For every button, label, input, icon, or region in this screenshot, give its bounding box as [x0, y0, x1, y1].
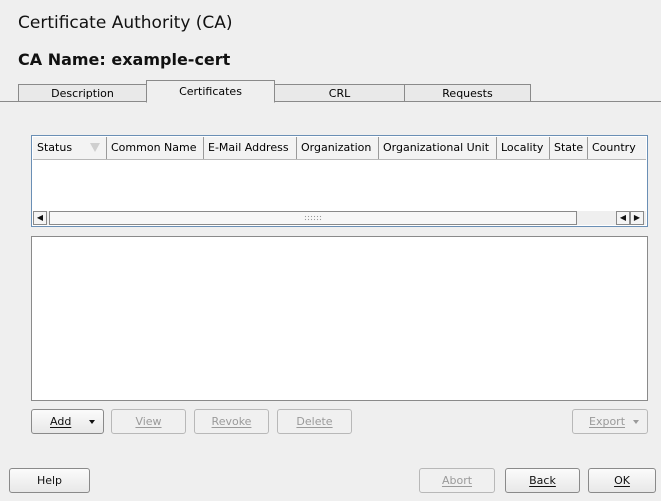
tab-description[interactable]: Description: [18, 84, 147, 101]
column-header-email[interactable]: E-Mail Address: [204, 137, 297, 159]
ok-label: OK: [614, 474, 630, 487]
help-button[interactable]: Help: [9, 468, 90, 493]
abort-label: Abort: [441, 474, 473, 487]
horizontal-scrollbar[interactable]: ◀ ◀ ▶: [33, 211, 646, 225]
export-label: Export: [589, 415, 626, 428]
column-header-organization[interactable]: Organization: [297, 137, 379, 159]
revoke-label: Revoke: [211, 415, 252, 428]
back-button[interactable]: Back: [505, 468, 580, 493]
column-header-label: Status: [37, 141, 73, 154]
sort-triangle-icon: [90, 143, 100, 152]
arrow-left-icon[interactable]: ◀: [616, 211, 630, 225]
revoke-button[interactable]: Revoke: [194, 409, 269, 434]
ok-button[interactable]: OK: [588, 468, 656, 493]
table-header: Status Common Name E-Mail Address Organi…: [33, 137, 646, 160]
delete-label: Delete: [296, 415, 333, 428]
column-header-status[interactable]: Status: [33, 137, 107, 159]
certificate-details-pane: [31, 236, 648, 401]
view-label: View: [135, 415, 162, 428]
tab-requests[interactable]: Requests: [404, 84, 531, 101]
arrow-right-icon[interactable]: ▶: [630, 211, 644, 225]
export-button[interactable]: Export: [572, 409, 648, 434]
column-header-org-unit[interactable]: Organizational Unit: [379, 137, 497, 159]
view-button[interactable]: View: [111, 409, 186, 434]
chevron-down-icon: [89, 420, 95, 424]
column-header-common-name[interactable]: Common Name: [107, 137, 204, 159]
grip-icon: [304, 215, 322, 221]
certificates-table[interactable]: Status Common Name E-Mail Address Organi…: [31, 135, 648, 227]
scrollbar-thumb[interactable]: [49, 211, 577, 225]
column-header-locality[interactable]: Locality: [497, 137, 550, 159]
back-label: Back: [529, 474, 556, 487]
column-header-state[interactable]: State: [550, 137, 588, 159]
help-label: Help: [36, 474, 63, 487]
column-header-country[interactable]: Country: [588, 137, 648, 159]
tab-certificates[interactable]: Certificates: [146, 80, 275, 103]
add-button[interactable]: Add: [31, 409, 104, 434]
chevron-down-icon: [633, 420, 639, 424]
arrow-left-icon[interactable]: ◀: [33, 211, 47, 225]
delete-button[interactable]: Delete: [277, 409, 352, 434]
abort-button[interactable]: Abort: [419, 468, 495, 493]
ca-name-heading: CA Name: example-cert: [18, 50, 231, 69]
tab-crl[interactable]: CRL: [274, 84, 405, 101]
add-label: Add: [50, 415, 72, 428]
window-title: Certificate Authority (CA): [18, 13, 233, 33]
